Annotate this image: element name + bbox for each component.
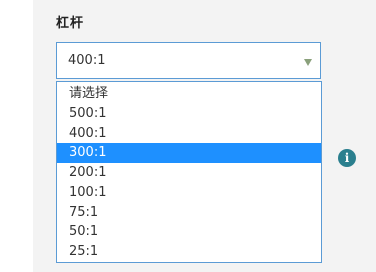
leverage-options-list: 请选择 500:1 400:1 300:1 200:1 100:1 75:1 5… bbox=[56, 81, 322, 263]
leverage-label: 杠杆 bbox=[56, 16, 85, 31]
option-50-1[interactable]: 50:1 bbox=[57, 222, 321, 242]
info-icon[interactable]: i bbox=[338, 149, 356, 167]
option-75-1[interactable]: 75:1 bbox=[57, 203, 321, 223]
option-400-1[interactable]: 400:1 bbox=[57, 124, 321, 144]
select-current-value: 400:1 bbox=[68, 53, 106, 68]
option-500-1[interactable]: 500:1 bbox=[57, 104, 321, 124]
option-25-1[interactable]: 25:1 bbox=[57, 242, 321, 262]
chevron-down-icon bbox=[304, 59, 312, 66]
option-200-1[interactable]: 200:1 bbox=[57, 163, 321, 183]
leverage-select[interactable]: 400:1 bbox=[56, 42, 321, 79]
option-100-1[interactable]: 100:1 bbox=[57, 183, 321, 203]
option-300-1[interactable]: 300:1 bbox=[57, 143, 321, 163]
option-placeholder[interactable]: 请选择 bbox=[57, 84, 321, 104]
